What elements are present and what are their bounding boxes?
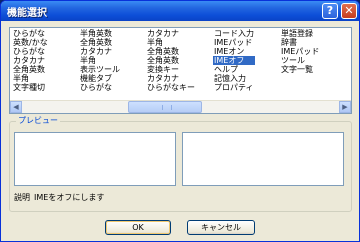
function-list-item[interactable]: 表示ツール	[79, 65, 121, 74]
help-icon: ?	[326, 4, 334, 17]
horizontal-scrollbar[interactable]: ◀ ▶	[10, 100, 351, 113]
window-title: 機能選択	[7, 8, 47, 19]
function-list-item[interactable]: 英数/かな	[12, 38, 49, 47]
preview-group: プレビュー 説明 IMEをオフにします	[9, 116, 352, 212]
function-list-item[interactable]: 全角英数	[146, 47, 196, 56]
function-list-item[interactable]: 記憶入力	[213, 74, 255, 83]
function-list-item[interactable]: ヘルプ	[213, 65, 255, 74]
function-list-item[interactable]: ひらがな	[12, 47, 49, 56]
function-list-item[interactable]: IMEパッド	[213, 38, 255, 47]
function-list-item[interactable]: 半角	[12, 74, 49, 83]
ok-button[interactable]: OK	[105, 220, 171, 235]
function-list-item[interactable]: 辞書	[280, 38, 320, 47]
function-list-column: 半角英数 全角英数 カタカナ 半角 表示ツール 機能タブ ひらがな	[79, 29, 121, 92]
function-list-item[interactable]: 文字一覧	[280, 65, 320, 74]
function-list-item[interactable]: 全角英数	[12, 65, 49, 74]
function-list-item[interactable]: ひらがな	[12, 29, 49, 38]
grip-icon	[162, 105, 172, 110]
title-bar[interactable]: 機能選択 ? ✕	[1, 1, 359, 21]
function-list-item[interactable]: 機能タブ	[79, 74, 121, 83]
function-list-item[interactable]: IMEオン	[213, 47, 255, 56]
function-list-column: コード入力 IMEパッド IMEオン IMEオフ ヘルプ 記憶入力 プロパティ	[213, 29, 255, 92]
function-list-item[interactable]: カタカナ	[79, 47, 121, 56]
function-list-item[interactable]: 全角英数	[146, 56, 196, 65]
arrow-left-icon: ◀	[13, 103, 19, 111]
function-list-item[interactable]: ひらがな	[79, 83, 121, 92]
preview-pane-right	[182, 132, 344, 186]
function-list-item-selected[interactable]: IMEオフ	[213, 56, 255, 65]
function-list-item[interactable]: 全角英数	[79, 38, 121, 47]
function-list[interactable]: ひらがな 英数/かな ひらがな カタカナ 全角英数 半角 文字種切 半角英数 全…	[9, 27, 352, 114]
help-button[interactable]: ?	[322, 3, 338, 19]
function-list-item[interactable]: カタカナ	[146, 74, 196, 83]
cancel-button[interactable]: キャンセル	[187, 220, 255, 235]
preview-pane-left	[14, 132, 176, 186]
function-list-item[interactable]: 文字種切	[12, 83, 49, 92]
function-list-item[interactable]: 半角英数	[79, 29, 121, 38]
function-list-column: ひらがな 英数/かな ひらがな カタカナ 全角英数 半角 文字種切	[12, 29, 49, 92]
function-list-item[interactable]: カタカナ	[12, 56, 49, 65]
close-button[interactable]: ✕	[341, 3, 357, 19]
preview-group-label: プレビュー	[16, 116, 60, 126]
function-list-column: カタカナ 半角 全角英数 全角英数 変換キー カタカナ ひらがなキー	[146, 29, 196, 92]
function-list-item[interactable]: 変換キー	[146, 65, 196, 74]
scroll-left-button[interactable]: ◀	[10, 101, 22, 113]
scrollbar-thumb[interactable]	[128, 101, 202, 113]
arrow-right-icon: ▶	[342, 103, 348, 111]
function-list-item[interactable]: カタカナ	[146, 29, 196, 38]
function-list-item[interactable]: IMEパッド	[280, 47, 320, 56]
function-list-item[interactable]: ひらがなキー	[146, 83, 196, 92]
function-list-item[interactable]: 半角	[79, 56, 121, 65]
description-label: 説明	[14, 193, 30, 202]
function-list-item[interactable]: ツール	[280, 56, 320, 65]
function-list-item[interactable]: 半角	[146, 38, 196, 47]
function-list-column: 単語登録 辞書 IMEパッド ツール 文字一覧	[280, 29, 320, 74]
function-list-item[interactable]: 単語登録	[280, 29, 320, 38]
function-list-item[interactable]: プロパティ	[213, 83, 255, 92]
close-icon: ✕	[344, 4, 354, 17]
function-select-dialog: 機能選択 ? ✕ ひらがな 英数/かな ひらがな カタカナ 全角英数 半角 文字…	[0, 0, 360, 242]
function-list-item[interactable]: コード入力	[213, 29, 255, 38]
scroll-right-button[interactable]: ▶	[339, 101, 351, 113]
description-text: IMEをオフにします	[34, 193, 105, 202]
